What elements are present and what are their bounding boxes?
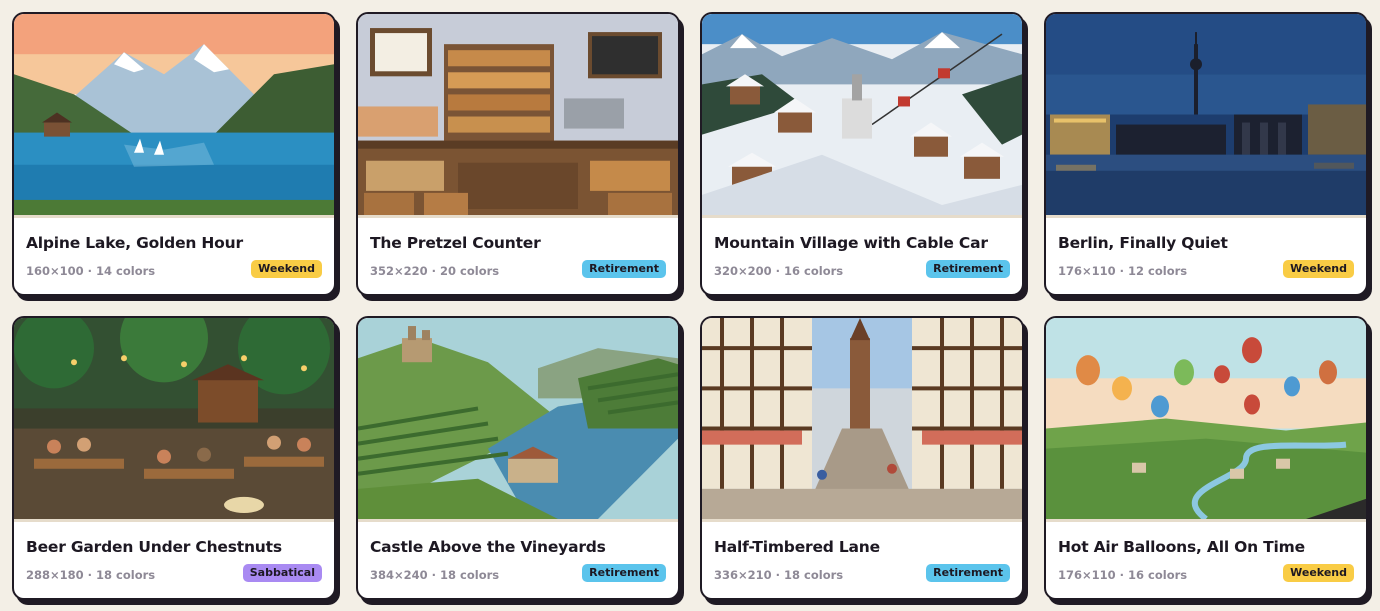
artwork-card[interactable]: Beer Garden Under Chestnuts 288×180 · 18…: [12, 316, 336, 600]
status-badge: Sabbatical: [242, 564, 322, 582]
artwork-title: Half-Timbered Lane: [714, 538, 880, 556]
artwork-title: Beer Garden Under Chestnuts: [26, 538, 282, 556]
artwork-title: Castle Above the Vineyards: [370, 538, 606, 556]
status-badge: Retirement: [582, 564, 666, 582]
artwork-dimensions-colors: 288×180 · 18 colors: [26, 568, 156, 582]
artwork-title: Mountain Village with Cable Car: [714, 234, 988, 252]
artwork-thumbnail-timbered-lane[interactable]: [702, 318, 1022, 522]
artwork-thumbnail-castle-vineyard[interactable]: [358, 318, 678, 522]
artwork-thumbnail-beer-garden[interactable]: [14, 318, 334, 522]
artwork-dimensions-colors: 384×240 · 18 colors: [370, 568, 500, 582]
artwork-thumbnail-alpine-lake[interactable]: [14, 14, 334, 218]
artwork-dimensions-colors: 336×210 · 18 colors: [714, 568, 844, 582]
artwork-gallery: Alpine Lake, Golden Hour 160×100 · 14 co…: [12, 12, 1368, 600]
artwork-thumbnail-berlin-night[interactable]: [1046, 14, 1366, 218]
status-badge: Weekend: [251, 260, 322, 278]
artwork-title: Berlin, Finally Quiet: [1058, 234, 1228, 252]
status-badge: Weekend: [1283, 564, 1354, 582]
artwork-card[interactable]: Mountain Village with Cable Car 320×200 …: [700, 12, 1024, 296]
artwork-dimensions-colors: 176×110 · 16 colors: [1058, 568, 1188, 582]
artwork-dimensions-colors: 160×100 · 14 colors: [26, 264, 156, 278]
artwork-title: Hot Air Balloons, All On Time: [1058, 538, 1305, 556]
artwork-dimensions-colors: 176×110 · 12 colors: [1058, 264, 1188, 278]
artwork-thumbnail-snow-village[interactable]: [702, 14, 1022, 218]
artwork-card[interactable]: Hot Air Balloons, All On Time 176×110 · …: [1044, 316, 1368, 600]
artwork-dimensions-colors: 352×220 · 20 colors: [370, 264, 500, 278]
artwork-card[interactable]: Half-Timbered Lane 336×210 · 18 colors R…: [700, 316, 1024, 600]
artwork-thumbnail-balloons[interactable]: [1046, 318, 1366, 522]
artwork-card[interactable]: Berlin, Finally Quiet 176×110 · 12 color…: [1044, 12, 1368, 296]
artwork-title: The Pretzel Counter: [370, 234, 541, 252]
artwork-dimensions-colors: 320×200 · 16 colors: [714, 264, 844, 278]
artwork-card[interactable]: Alpine Lake, Golden Hour 160×100 · 14 co…: [12, 12, 336, 296]
artwork-card[interactable]: Castle Above the Vineyards 384×240 · 18 …: [356, 316, 680, 600]
status-badge: Retirement: [926, 260, 1010, 278]
status-badge: Retirement: [582, 260, 666, 278]
status-badge: Weekend: [1283, 260, 1354, 278]
artwork-thumbnail-bakery[interactable]: [358, 14, 678, 218]
status-badge: Retirement: [926, 564, 1010, 582]
artwork-card[interactable]: The Pretzel Counter 352×220 · 20 colors …: [356, 12, 680, 296]
artwork-title: Alpine Lake, Golden Hour: [26, 234, 243, 252]
